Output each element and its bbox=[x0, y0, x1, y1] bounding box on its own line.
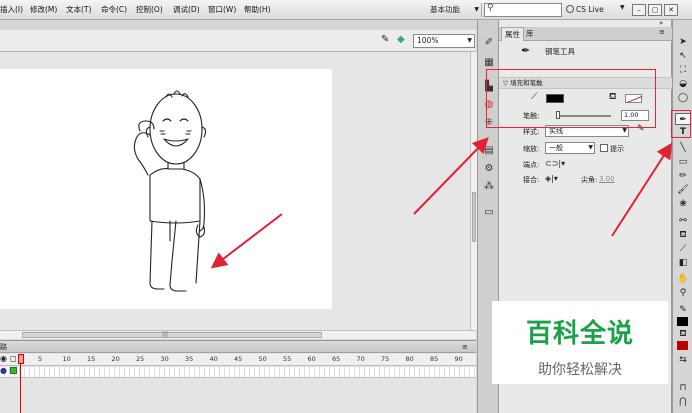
arrow-stage bbox=[210, 213, 283, 269]
watermark-subtitle: 助你轻松解决 bbox=[538, 362, 622, 378]
watermark-title: 百科全说 bbox=[525, 319, 634, 349]
watermark-logo: 百科全说 助你轻松解决 bbox=[492, 301, 668, 384]
arrow-pen-tool bbox=[611, 142, 673, 237]
arrow-panel bbox=[413, 137, 489, 215]
